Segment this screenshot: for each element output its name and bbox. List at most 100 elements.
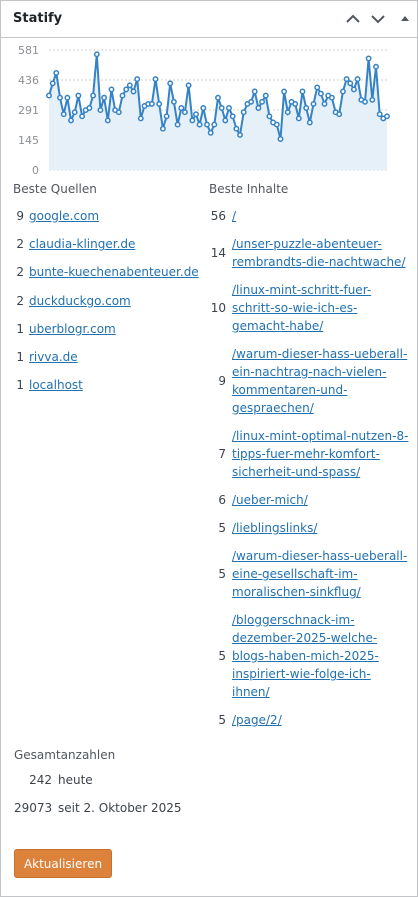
data-point[interactable] xyxy=(229,113,236,120)
content-link[interactable]: /unser-puzzle-abenteuer-rembrandts-die-n… xyxy=(232,235,412,271)
data-point[interactable] xyxy=(200,105,207,111)
source-link[interactable]: bunte-kuechenabenteuer.de xyxy=(29,263,199,281)
data-point[interactable] xyxy=(255,105,262,111)
content-link[interactable]: /warum-dieser-hass-ueberall-ein-nachtrag… xyxy=(232,345,412,417)
content-link[interactable]: /linux-mint-schritt-fuer-schritt-so-wie-… xyxy=(232,281,412,335)
data-point[interactable] xyxy=(336,111,343,118)
data-point[interactable] xyxy=(222,117,229,124)
data-point[interactable] xyxy=(299,88,306,95)
data-point[interactable] xyxy=(259,98,266,105)
data-point[interactable] xyxy=(126,82,133,89)
refresh-button[interactable]: Aktualisieren xyxy=(14,849,112,878)
data-point[interactable] xyxy=(204,121,210,128)
data-point[interactable] xyxy=(90,92,97,99)
data-point[interactable] xyxy=(354,76,361,83)
data-point[interactable] xyxy=(156,100,163,107)
data-point[interactable] xyxy=(167,80,174,87)
data-point[interactable] xyxy=(53,69,60,76)
data-point[interactable] xyxy=(93,51,100,58)
content-link[interactable]: /page/2/ xyxy=(232,711,412,729)
data-point[interactable] xyxy=(328,94,335,101)
data-point[interactable] xyxy=(181,109,188,116)
data-point[interactable] xyxy=(137,115,144,122)
content-link[interactable]: /bloggerschnack-im-dezember-2025-welche-… xyxy=(232,611,412,701)
data-point[interactable] xyxy=(369,96,376,103)
data-point[interactable] xyxy=(266,113,273,120)
data-point[interactable] xyxy=(384,113,390,120)
data-point[interactable] xyxy=(97,107,104,114)
data-point[interactable] xyxy=(281,88,288,95)
data-point[interactable] xyxy=(178,105,185,111)
data-point[interactable] xyxy=(134,76,141,83)
data-point[interactable] xyxy=(152,76,159,83)
data-point[interactable] xyxy=(376,111,383,118)
data-point[interactable] xyxy=(49,80,56,87)
data-point[interactable] xyxy=(273,121,280,128)
data-point[interactable] xyxy=(295,115,302,122)
data-point[interactable] xyxy=(75,92,82,99)
data-point[interactable] xyxy=(215,94,221,101)
source-link[interactable]: google.com xyxy=(29,207,99,225)
move-up-button[interactable] xyxy=(343,9,363,29)
content-link[interactable]: / xyxy=(232,207,412,225)
data-point[interactable] xyxy=(303,105,310,111)
data-point[interactable] xyxy=(185,82,192,89)
content-link[interactable]: /linux-mint-optimal-nutzen-8- tipps-fuer-… xyxy=(232,427,412,481)
data-point[interactable] xyxy=(119,92,126,99)
data-point[interactable] xyxy=(248,98,255,105)
source-link[interactable]: rivva.de xyxy=(29,348,78,366)
data-point[interactable] xyxy=(193,111,199,118)
data-point[interactable] xyxy=(240,109,247,116)
data-point[interactable] xyxy=(189,117,196,124)
data-point[interactable] xyxy=(101,94,108,101)
data-point[interactable] xyxy=(86,105,93,111)
move-down-button[interactable] xyxy=(368,9,388,29)
data-point[interactable] xyxy=(207,129,214,136)
data-point[interactable] xyxy=(284,109,291,116)
data-point[interactable] xyxy=(71,109,78,116)
data-point[interactable] xyxy=(60,111,67,118)
collapse-toggle-button[interactable] xyxy=(395,9,415,29)
data-point[interactable] xyxy=(163,113,170,120)
data-point[interactable] xyxy=(211,121,218,128)
data-point[interactable] xyxy=(339,88,346,95)
data-point[interactable] xyxy=(108,86,115,93)
data-point[interactable] xyxy=(292,100,299,107)
data-point[interactable] xyxy=(343,76,350,83)
data-point[interactable] xyxy=(148,100,155,107)
data-point[interactable] xyxy=(310,100,317,107)
content-link[interactable]: /ueber-mich/ xyxy=(232,491,412,509)
data-point[interactable] xyxy=(130,88,137,95)
data-point[interactable] xyxy=(123,86,130,93)
source-link[interactable]: uberblogr.com xyxy=(29,320,116,338)
data-point[interactable] xyxy=(57,94,63,101)
data-point[interactable] xyxy=(362,98,368,105)
data-point[interactable] xyxy=(79,113,86,120)
data-point[interactable] xyxy=(365,55,372,62)
data-point[interactable] xyxy=(170,98,177,105)
data-point[interactable] xyxy=(251,88,258,95)
content-link[interactable]: /lieblingslinks/ xyxy=(232,519,412,537)
data-point[interactable] xyxy=(159,125,166,132)
data-point[interactable] xyxy=(321,100,328,107)
data-point[interactable] xyxy=(347,80,354,87)
data-point[interactable] xyxy=(277,136,284,142)
data-point[interactable] xyxy=(196,121,203,128)
source-link[interactable]: duckduckgo.com xyxy=(29,292,131,310)
source-link[interactable]: claudia-klinger.de xyxy=(29,235,135,253)
data-point[interactable] xyxy=(237,131,243,138)
data-point[interactable] xyxy=(174,121,181,128)
data-point[interactable] xyxy=(317,90,324,97)
data-point[interactable] xyxy=(64,94,71,101)
data-point[interactable] xyxy=(115,109,122,116)
data-point[interactable] xyxy=(350,86,357,93)
content-link[interactable]: /warum-dieser-hass-ueberall-eine-gesells… xyxy=(232,547,412,601)
data-point[interactable] xyxy=(373,63,379,70)
data-point[interactable] xyxy=(226,105,232,111)
source-link[interactable]: localhost xyxy=(29,376,83,394)
data-point[interactable] xyxy=(218,105,225,111)
data-point[interactable] xyxy=(46,92,52,99)
data-point[interactable] xyxy=(68,117,74,124)
data-point[interactable] xyxy=(262,92,269,99)
data-point[interactable] xyxy=(233,125,240,132)
